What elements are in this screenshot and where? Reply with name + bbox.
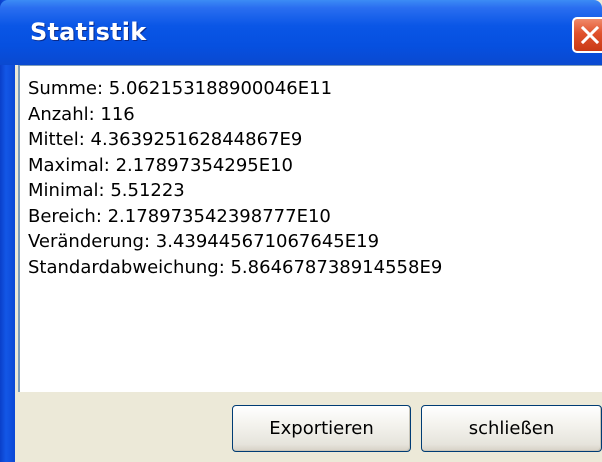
stat-line-anzahl: Anzahl: 116 [28,102,442,128]
stat-line-mittel: Mittel: 4.363925162844867E9 [28,127,442,153]
stat-value: 4.363925162844867E9 [90,129,303,150]
stat-label: Bereich [28,205,96,227]
stat-label: Maximal [28,154,104,176]
stat-line-minimal: Minimal: 5.51223 [28,178,442,204]
stat-label: Standardabweichung [28,256,219,278]
close-icon [580,25,600,45]
stat-value: 5.864678738914558E9 [230,256,443,278]
stat-label: Anzahl [28,103,89,125]
close-window-button[interactable] [572,17,602,53]
stat-line-bereich: Bereich: 2.178973542398777E10 [28,204,442,230]
stat-line-standardabweichung: Standardabweichung: 5.864678738914558E9 [28,255,442,281]
stat-line-summe: Summe: 5.062153188900046E11 [28,76,442,102]
close-button[interactable]: schließen [421,405,602,452]
stat-line-veraenderung: Veränderung: 3.439445671067645E19 [28,229,442,255]
stat-value: 5.062153188900046E11 [108,78,333,99]
statistics-text-area[interactable]: Summe: 5.062153188900046E11 Anzahl: 116 … [18,65,602,392]
statistics-list: Summe: 5.062153188900046E11 Anzahl: 116 … [28,76,442,280]
stat-label: Summe [28,78,97,99]
stat-line-maximal: Maximal: 2.17897354295E10 [28,153,442,179]
stat-value: 2.17897354295E10 [115,154,294,176]
stat-value: 116 [100,103,135,125]
window-title: Statistik [30,18,147,46]
stat-value: 5.51223 [110,180,185,201]
export-button[interactable]: Exportieren [232,405,411,452]
stat-value: 3.439445671067645E19 [155,231,380,252]
window-frame-left [0,0,15,462]
title-bar[interactable]: Statistik [0,0,602,65]
stat-label: Mittel [28,129,79,150]
statistics-dialog: Statistik Summe: 5.062153188900046E11 An… [0,0,602,462]
stat-value: 2.178973542398777E10 [107,205,331,227]
stat-label: Veränderung [28,231,144,252]
stat-label: Minimal [28,180,99,201]
